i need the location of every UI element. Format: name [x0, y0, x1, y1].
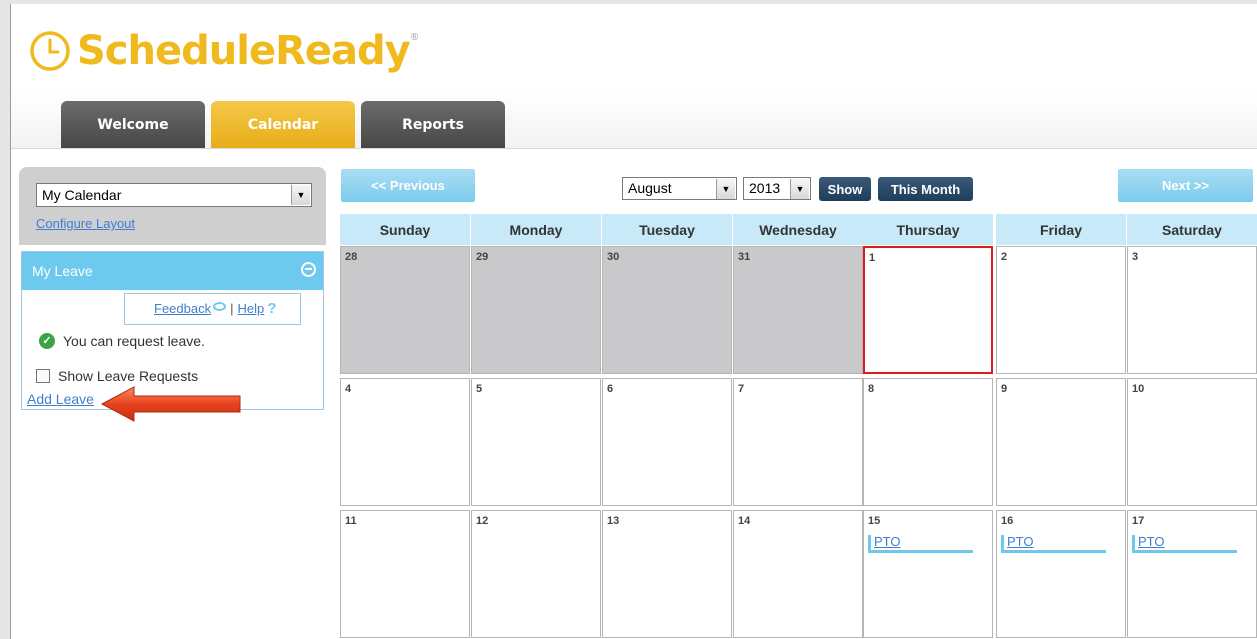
calendar-day[interactable]: 2: [996, 246, 1126, 374]
day-number: 13: [607, 515, 620, 527]
calendar-day[interactable]: 10: [1127, 378, 1257, 506]
chevron-down-icon[interactable]: ▼: [291, 185, 310, 205]
calendar-day[interactable]: 3: [1127, 246, 1257, 374]
speech-bubble-icon: [213, 302, 227, 311]
day-number: 6: [607, 383, 614, 395]
chevron-down-icon[interactable]: ▼: [716, 179, 735, 199]
tab-reports[interactable]: Reports: [361, 101, 505, 148]
header: ScheduleReady ® Welcome Calendar Reports: [11, 4, 1257, 149]
help-link[interactable]: Help: [237, 301, 264, 316]
show-leave-requests-label: Show Leave Requests: [58, 368, 199, 384]
weekday-header: Saturday: [1127, 214, 1257, 245]
day-number: 5: [476, 383, 483, 395]
calendar-day[interactable]: 8: [863, 378, 993, 506]
calendar-day[interactable]: 13: [602, 510, 732, 638]
clock-icon: [30, 31, 70, 71]
tab-calendar[interactable]: Calendar: [211, 101, 355, 148]
configure-layout-link[interactable]: Configure Layout: [36, 216, 135, 231]
day-number: 10: [1132, 383, 1145, 395]
my-leave-title: My Leave: [32, 263, 93, 279]
weekday-header: Friday: [996, 214, 1126, 245]
calendar-day[interactable]: 12: [471, 510, 601, 638]
day-number: 3: [1132, 251, 1139, 263]
month-select-value: August: [628, 180, 672, 196]
next-button[interactable]: Next >>: [1118, 169, 1253, 202]
calendar-day[interactable]: 29: [471, 246, 601, 374]
day-number: 14: [738, 515, 751, 527]
show-button[interactable]: Show: [819, 177, 871, 201]
leave-event-link[interactable]: PTO: [868, 535, 973, 553]
calendar-day[interactable]: 16 PTO: [996, 510, 1126, 638]
main-tabs: Welcome Calendar Reports: [61, 101, 505, 148]
calendar-selector-panel: My Calendar ▼ Configure Layout: [19, 167, 326, 245]
calendar-select[interactable]: My Calendar ▼: [36, 183, 312, 207]
day-number: 16: [1001, 515, 1014, 527]
calendar-select-value: My Calendar: [42, 187, 122, 203]
calendar-day[interactable]: 31: [733, 246, 863, 374]
day-number: 29: [476, 251, 489, 263]
year-select-value: 2013: [749, 180, 781, 196]
weekday-header: Monday: [471, 214, 601, 245]
day-number: 31: [738, 251, 751, 263]
separator: |: [230, 301, 234, 316]
checkmark-icon: ✓: [39, 333, 55, 349]
my-leave-header: My Leave: [22, 252, 323, 290]
calendar-day[interactable]: 5: [471, 378, 601, 506]
calendar-day[interactable]: 7: [733, 378, 863, 506]
day-number: 28: [345, 251, 358, 263]
calendar-day[interactable]: 6: [602, 378, 732, 506]
day-number: 2: [1001, 251, 1008, 263]
add-leave-link[interactable]: Add Leave: [27, 391, 94, 407]
day-number: 12: [476, 515, 489, 527]
calendar-day[interactable]: 28: [340, 246, 470, 374]
chevron-down-icon[interactable]: ▼: [790, 179, 809, 199]
day-number: 17: [1132, 515, 1145, 527]
calendar-day[interactable]: 15 PTO: [863, 510, 993, 638]
weekday-header: Tuesday: [602, 214, 732, 245]
tab-welcome[interactable]: Welcome: [61, 101, 205, 148]
app-window: ScheduleReady ® Welcome Calendar Reports…: [10, 4, 1257, 639]
day-number: 1: [869, 252, 876, 264]
year-select[interactable]: 2013 ▼: [743, 177, 811, 200]
calendar-day[interactable]: 17 PTO: [1127, 510, 1257, 638]
registered-mark: ®: [410, 31, 419, 43]
leave-event-link[interactable]: PTO: [1132, 535, 1237, 553]
feedback-link[interactable]: Feedback: [154, 301, 211, 316]
show-leave-requests-row: Show Leave Requests: [36, 368, 198, 384]
question-mark-icon: ?: [267, 300, 277, 317]
leave-status-text: You can request leave.: [63, 333, 205, 349]
day-number: 30: [607, 251, 620, 263]
calendar-day[interactable]: 30: [602, 246, 732, 374]
leave-event-link[interactable]: PTO: [1001, 535, 1106, 553]
calendar-day[interactable]: 4: [340, 378, 470, 506]
calendar-day[interactable]: 14: [733, 510, 863, 638]
calendar-day[interactable]: 11: [340, 510, 470, 638]
logo: ScheduleReady ®: [29, 21, 418, 81]
day-number: 9: [1001, 383, 1008, 395]
day-number: 7: [738, 383, 745, 395]
day-number: 15: [868, 515, 881, 527]
weekday-header: Wednesday: [733, 214, 863, 245]
day-number: 4: [345, 383, 352, 395]
weekday-header: Thursday: [863, 214, 993, 245]
logo-text: ScheduleReady: [77, 28, 411, 74]
leave-status: ✓ You can request leave.: [39, 333, 205, 349]
red-arrow-annotation-icon: [100, 386, 241, 422]
calendar-day[interactable]: 9: [996, 378, 1126, 506]
show-leave-requests-checkbox[interactable]: [36, 369, 50, 383]
day-number: 8: [868, 383, 875, 395]
previous-button[interactable]: << Previous: [341, 169, 475, 202]
this-month-button[interactable]: This Month: [878, 177, 973, 201]
collapse-icon[interactable]: [301, 262, 316, 277]
month-select[interactable]: August ▼: [622, 177, 737, 200]
weekday-header: Sunday: [340, 214, 470, 245]
calendar-day-today[interactable]: 1: [863, 246, 993, 374]
feedback-help-box: Feedback | Help?: [124, 293, 301, 325]
day-number: 11: [345, 515, 357, 527]
